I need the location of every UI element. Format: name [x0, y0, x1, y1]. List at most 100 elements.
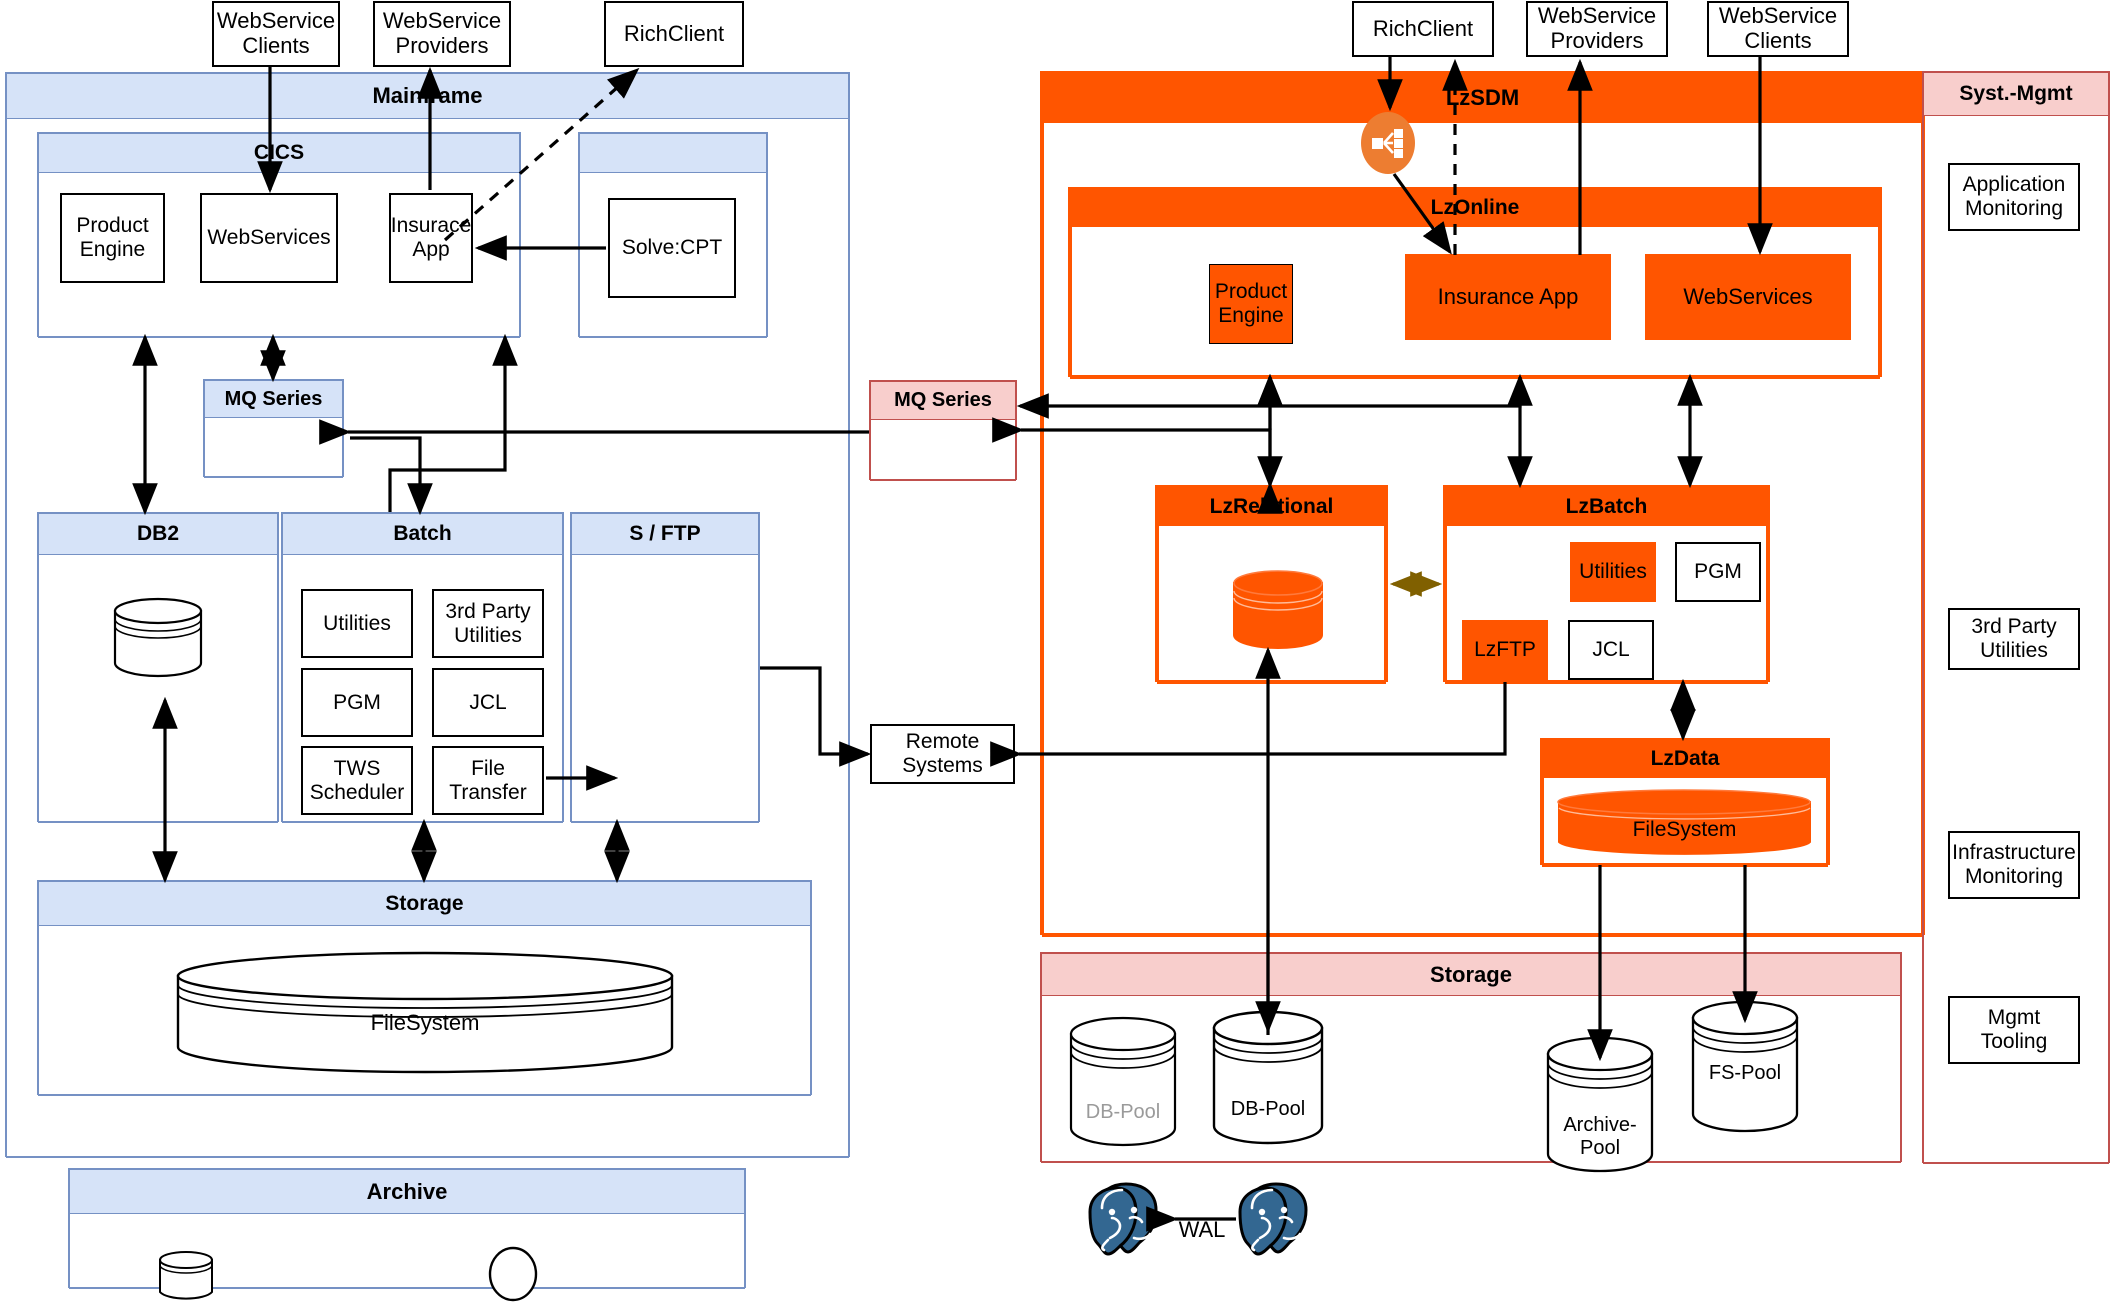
cics-header: CICS	[38, 133, 520, 173]
lzonline-node-product-engine[interactable]: Product Engine	[1209, 264, 1293, 344]
cics-title: CICS	[253, 141, 305, 164]
db2-body	[38, 555, 278, 823]
cics-node-insurace-app[interactable]: Insurace App	[389, 193, 473, 283]
lzrelational-title: LzRelational	[1209, 494, 1334, 518]
archive-title: Archive	[366, 1178, 448, 1204]
batch-node-tws-scheduler[interactable]: TWS Scheduler	[301, 746, 413, 815]
node-solve-cpt[interactable]: Solve:CPT	[608, 198, 736, 298]
lzsdm-title: LzSDM	[1445, 85, 1520, 110]
mainframe-header: Mainframe	[6, 73, 849, 119]
share-nodes-glyph	[1372, 129, 1403, 158]
mq-series-middle-container[interactable]: MQ Series	[869, 380, 1017, 481]
wal-text: WAL	[1178, 1217, 1226, 1242]
node-label: RichClient	[623, 20, 725, 46]
mq-series-middle-body	[870, 420, 1016, 481]
storage-pool-db-pool-standby[interactable]: DB-Pool	[1068, 1016, 1178, 1147]
sysmgmt-node-application-monitoring[interactable]: Application Monitoring	[1948, 163, 2080, 231]
lzdata-title: LzData	[1650, 747, 1720, 770]
sysmgmt-node-infrastructure-monitoring[interactable]: Infrastructure Monitoring	[1948, 831, 2080, 899]
node-label: Insurance App	[1437, 283, 1579, 309]
lzonline-header: LzOnline	[1070, 189, 1880, 227]
node-label: Remote Systems	[902, 730, 983, 777]
lzsdm-header: LzSDM	[1042, 73, 1923, 123]
wal-label: WAL	[1174, 1214, 1230, 1246]
lzrelational-header: LzRelational	[1157, 487, 1386, 526]
node-label: WebService Providers	[1537, 3, 1657, 53]
lzdata-filesystem-cylinder-icon: FileSystem	[1557, 789, 1812, 855]
external-webservice-providers-right[interactable]: WebService Providers	[1526, 1, 1668, 57]
node-label: File Transfer	[449, 756, 527, 804]
node-label: Utilities	[1579, 560, 1647, 584]
node-label: WebServices	[207, 226, 331, 250]
lzbatch-node-lzftp[interactable]: LzFTP	[1462, 620, 1548, 680]
batch-node-utilities[interactable]: Utilities	[301, 589, 413, 658]
sftp-container[interactable]: S / FTP	[570, 512, 760, 823]
lzonline-title: LzOnline	[1430, 196, 1520, 219]
batch-node-jcl[interactable]: JCL	[432, 668, 544, 737]
external-webservice-providers-left[interactable]: WebService Providers	[373, 1, 511, 67]
batch-node-file-transfer[interactable]: File Transfer	[432, 746, 544, 815]
architecture-diagram: WebService Clients WebService Providers …	[0, 0, 2115, 1302]
postgresql-elephant-icon-source	[1228, 1178, 1320, 1258]
node-label: WebService Clients	[1718, 3, 1838, 53]
lzdata-header: LzData	[1542, 740, 1828, 778]
storage-right-title: Storage	[1430, 961, 1512, 987]
lzbatch-node-utilities[interactable]: Utilities	[1570, 542, 1656, 602]
external-webservice-clients-left[interactable]: WebService Clients	[212, 1, 340, 67]
mq-series-left-container[interactable]: MQ Series	[203, 379, 344, 478]
mq-series-middle-title: MQ Series	[894, 389, 992, 411]
db2-cylinder-icon	[113, 597, 203, 678]
sysmgmt-node-3rd-party-utilities[interactable]: 3rd Party Utilities	[1948, 608, 2080, 670]
batch-title: Batch	[393, 522, 452, 545]
storage-pool-archive-pool[interactable]: Archive- Pool	[1545, 1036, 1655, 1173]
node-label: WebService Clients	[216, 8, 336, 58]
node-label: Infrastructure Monitoring	[1952, 841, 2076, 888]
cics-node-product-engine[interactable]: Product Engine	[60, 193, 165, 283]
node-label: 3rd Party Utilities	[445, 599, 531, 647]
archive-cylinder-icon	[158, 1251, 214, 1301]
pool-label: Archive- Pool	[1563, 1114, 1637, 1159]
external-richclient-left[interactable]: RichClient	[604, 1, 744, 67]
mq-series-middle-header: MQ Series	[870, 381, 1016, 420]
node-remote-systems[interactable]: Remote Systems	[870, 724, 1015, 784]
batch-header: Batch	[282, 513, 563, 555]
node-label: JCL	[469, 690, 507, 714]
lzonline-node-insurance-app[interactable]: Insurance App	[1405, 254, 1611, 340]
storage-pool-fs-pool[interactable]: FS-Pool	[1690, 1000, 1800, 1133]
batch-node-3rd-party-utilities[interactable]: 3rd Party Utilities	[432, 589, 544, 658]
node-label: TWS Scheduler	[309, 756, 405, 804]
node-label: Application Monitoring	[1962, 173, 2066, 220]
node-label: JCL	[1592, 638, 1630, 662]
node-label: WebServices	[1683, 283, 1813, 309]
node-label: PGM	[1694, 560, 1742, 584]
lzbatch-header: LzBatch	[1445, 487, 1768, 526]
batch-node-pgm[interactable]: PGM	[301, 668, 413, 737]
pool-label: FS-Pool	[1708, 1062, 1782, 1084]
cics-node-webservices[interactable]: WebServices	[200, 193, 338, 283]
external-webservice-clients-right[interactable]: WebService Clients	[1707, 1, 1849, 57]
storage-pool-db-pool-primary[interactable]: DB-Pool	[1211, 1010, 1325, 1145]
lzbatch-node-jcl[interactable]: JCL	[1568, 620, 1654, 680]
node-label: Insurace App	[390, 214, 472, 261]
node-label: LzFTP	[1474, 638, 1536, 662]
db2-header: DB2	[38, 513, 278, 555]
storage-filesystem-label: FileSystem	[370, 1010, 480, 1035]
pool-label: DB-Pool	[1085, 1101, 1161, 1123]
mainframe-title: Mainframe	[372, 83, 483, 108]
node-label: Mgmt Tooling	[1980, 1006, 2048, 1053]
lzbatch-node-pgm[interactable]: PGM	[1675, 542, 1761, 602]
node-label: Product Engine	[1214, 280, 1288, 327]
share-nodes-icon[interactable]	[1361, 112, 1415, 174]
storage-left-header: Storage	[38, 881, 811, 926]
lzrelational-cylinder-icon	[1232, 570, 1324, 649]
postgresql-elephant-icon-target	[1078, 1178, 1170, 1258]
archive-header: Archive	[69, 1169, 745, 1214]
lzdata-filesystem-label: FileSystem	[1632, 818, 1737, 841]
node-label: RichClient	[1372, 15, 1474, 41]
external-richclient-right[interactable]: RichClient	[1352, 1, 1494, 57]
sysmgmt-node-mgmt-tooling[interactable]: Mgmt Tooling	[1948, 996, 2080, 1064]
storage-left-title: Storage	[385, 891, 464, 915]
storage-filesystem-cylinder-icon: FileSystem	[175, 951, 675, 1074]
node-label: Product Engine	[76, 214, 149, 261]
lzonline-node-webservices[interactable]: WebServices	[1645, 254, 1851, 340]
